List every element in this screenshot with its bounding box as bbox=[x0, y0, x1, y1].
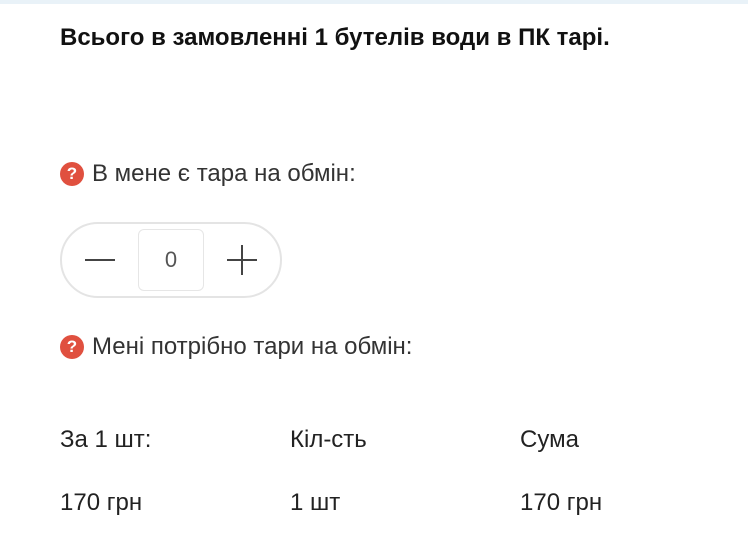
total-value: 170 грн bbox=[520, 489, 603, 516]
price-per-unit-value: 170 грн bbox=[60, 489, 143, 516]
exchange-have-row: ? В мене є тара на обмін: bbox=[60, 160, 356, 188]
exchange-need-row: ? Мені потрібно тари на обмін: bbox=[60, 333, 412, 361]
help-icon[interactable]: ? bbox=[60, 335, 84, 359]
help-icon[interactable]: ? bbox=[60, 162, 84, 186]
quantity-stepper bbox=[60, 222, 282, 298]
decrement-button[interactable] bbox=[62, 224, 138, 296]
plus-icon bbox=[227, 245, 257, 275]
total-header: Сума bbox=[520, 426, 579, 453]
exchange-need-label: Мені потрібно тари на обмін: bbox=[92, 333, 413, 360]
quantity-value: 1 шт bbox=[290, 489, 341, 516]
order-summary-text: Всього в замовленні 1 бутелів води в ПК … bbox=[60, 24, 610, 51]
minus-icon bbox=[85, 259, 115, 261]
exchange-have-label: В мене є тара на обмін: bbox=[92, 160, 356, 187]
price-per-unit-header: За 1 шт: bbox=[60, 426, 152, 453]
increment-button[interactable] bbox=[204, 224, 280, 296]
quantity-input[interactable] bbox=[138, 229, 204, 291]
top-border bbox=[0, 0, 748, 4]
quantity-header: Кіл-сть bbox=[290, 426, 367, 453]
